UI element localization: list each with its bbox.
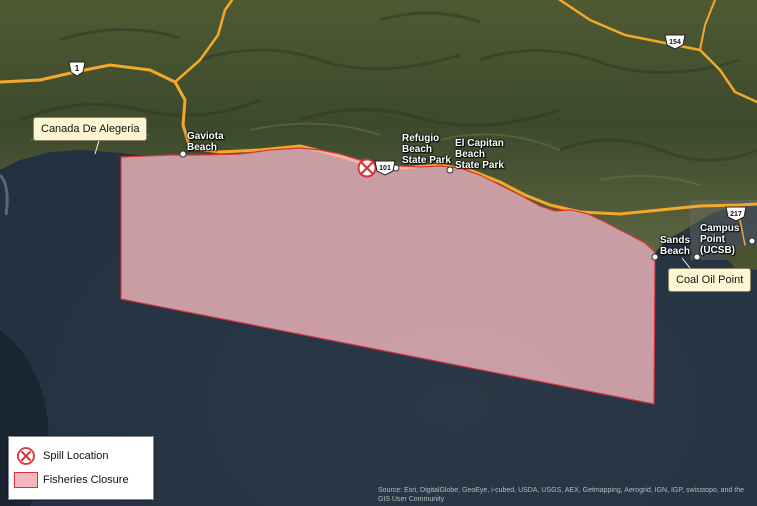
map-attribution: Source: Esri, DigitalGlobe, GeoEye, i-cu… [378,487,744,503]
map-view[interactable]: 1 101 154 217 Gaviota Beach Refugio Beac… [0,0,757,506]
legend-closure-label: Fisheries Closure [43,474,129,486]
sands-beach-label: Sands Beach [660,235,691,257]
highway-154-label: 154 [669,39,681,46]
east-point-marker[interactable] [748,237,756,245]
highway-1-shield: 1 [68,61,86,82]
legend-closure-swatch-wrap [9,472,43,488]
gaviota-beach-label: Gaviota Beach [187,131,224,153]
el-capitan-point-marker[interactable] [446,166,454,174]
canada-de-alegeria-callout: Canada De Alegeria [33,117,148,141]
map-basemap [0,0,757,506]
campus-point-label: Campus Point (UCSB) [700,223,740,256]
gaviota-point-marker[interactable] [179,150,187,158]
spill-location-icon[interactable] [357,158,377,178]
sands-beach-point-marker[interactable] [651,253,659,261]
legend-spill-label: Spill Location [43,450,109,462]
highway-101-label: 101 [379,165,391,172]
legend-spill-row: Spill Location [9,446,108,466]
legend-spill-icon [9,446,43,466]
legend-closure-row: Fisheries Closure [9,472,129,488]
legend-closure-swatch [14,472,38,488]
highway-1-label: 1 [75,64,80,73]
highway-101-shield: 101 [374,160,396,181]
refugio-beach-label: Refugio Beach State Park [402,133,451,166]
highway-154-shield: 154 [664,34,686,55]
el-capitan-beach-label: El Capitan Beach State Park [455,138,504,171]
map-legend: Spill Location Fisheries Closure [8,436,154,500]
coal-oil-point-callout: Coal Oil Point [668,268,752,292]
highway-217-label: 217 [730,211,742,218]
